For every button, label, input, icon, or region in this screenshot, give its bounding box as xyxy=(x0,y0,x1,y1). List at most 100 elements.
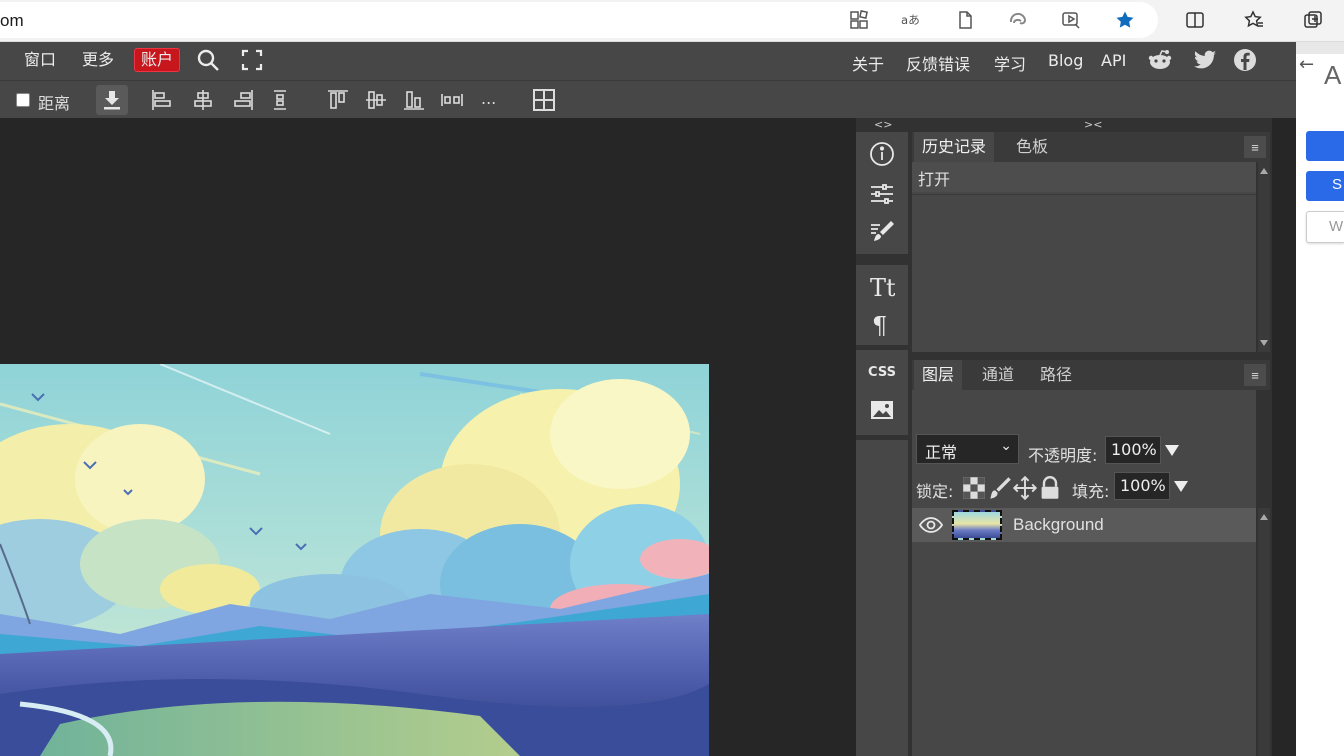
layer-row-background[interactable]: Background xyxy=(912,508,1256,542)
lock-all-icon[interactable] xyxy=(1038,476,1062,500)
collections-icon[interactable] xyxy=(1300,8,1326,32)
adjacent-input-placeholder: W xyxy=(1329,218,1344,235)
distance-checkbox[interactable] xyxy=(16,93,30,107)
layer-thumbnail xyxy=(952,510,1002,540)
options-bar: 距离 ... xyxy=(0,80,1296,118)
lock-label: 锁定: xyxy=(916,482,954,501)
tab-layers[interactable]: 图层 xyxy=(914,360,963,390)
link-blog[interactable]: Blog xyxy=(1048,51,1083,70)
chevron-down-icon: ⌄ xyxy=(1000,438,1012,454)
fullscreen-icon[interactable] xyxy=(238,47,266,73)
paragraph-icon[interactable]: ¶ xyxy=(868,311,896,339)
brush-settings-icon[interactable] xyxy=(868,218,896,246)
right-panels: >< 历史记录 色板 ≡ 打开 图层 通道 路径 ≡ 正常 ⌄ 不透明度: 10… xyxy=(908,118,1272,756)
back-arrow-icon[interactable]: ← xyxy=(1299,54,1314,75)
adjacent-heading-letter: A xyxy=(1324,60,1342,90)
fill-input[interactable]: 100% xyxy=(1114,472,1170,500)
link-report-bug[interactable]: 反馈错误 xyxy=(906,51,970,75)
history-entry[interactable]: 打开 xyxy=(912,162,1256,192)
svg-text:aあ: aあ xyxy=(901,13,920,27)
svg-text:Tt: Tt xyxy=(870,274,895,300)
svg-text:¶: ¶ xyxy=(872,312,887,338)
distance-label: 距离 xyxy=(38,94,71,113)
download-icon[interactable] xyxy=(96,85,128,115)
split-screen-icon[interactable] xyxy=(1182,8,1208,32)
facebook-icon[interactable] xyxy=(1231,47,1259,73)
align-right-icon[interactable] xyxy=(229,87,257,113)
eye-icon[interactable] xyxy=(918,512,944,538)
fill-dropdown-icon[interactable] xyxy=(1174,481,1188,492)
opacity-dropdown-icon[interactable] xyxy=(1165,445,1179,456)
opacity-label: 不透明度: xyxy=(1028,446,1098,465)
align-left-icon[interactable] xyxy=(148,87,176,113)
lock-paint-icon[interactable] xyxy=(988,476,1012,500)
link-api[interactable]: API xyxy=(1101,51,1126,70)
address-bar-text: om xyxy=(0,11,24,30)
search-icon[interactable] xyxy=(194,47,222,73)
lock-transparency-icon[interactable] xyxy=(962,476,986,500)
edge-icon[interactable] xyxy=(1005,8,1031,32)
history-empty-area xyxy=(912,194,1256,352)
blend-mode-select[interactable]: 正常 ⌄ xyxy=(916,434,1019,464)
align-bottom-icon[interactable] xyxy=(400,87,428,113)
tab-swatches[interactable]: 色板 xyxy=(1008,132,1056,162)
align-middle-v-icon[interactable] xyxy=(362,87,390,113)
fill-label: 填充: xyxy=(1072,482,1110,501)
adjacent-secondary-button[interactable]: S xyxy=(1306,171,1344,201)
history-panel-menu-icon[interactable]: ≡ xyxy=(1244,136,1266,158)
adjacent-page: ← A S W xyxy=(1296,42,1344,756)
favorites-icon[interactable] xyxy=(1241,8,1267,32)
canvas-workspace[interactable] xyxy=(0,118,856,756)
menu-account[interactable]: 账户 xyxy=(134,48,181,72)
distribute-horizontal-icon[interactable] xyxy=(438,87,466,113)
read-aloud-icon[interactable]: aあ xyxy=(898,8,924,32)
adjacent-input-field[interactable]: W xyxy=(1306,211,1344,243)
page-icon[interactable] xyxy=(952,8,978,32)
link-learn[interactable]: 学习 xyxy=(994,51,1026,75)
link-about[interactable]: 关于 xyxy=(852,51,884,75)
history-entry-label: 打开 xyxy=(918,170,951,189)
adjacent-page-content: ← A S W xyxy=(1296,54,1344,756)
artwork-canvas[interactable] xyxy=(0,364,709,756)
layers-panel-menu-icon[interactable]: ≡ xyxy=(1244,364,1266,386)
video-icon[interactable] xyxy=(1058,8,1084,32)
opacity-input[interactable]: 100% xyxy=(1105,436,1161,464)
menu-bar: 窗口 更多 账户 关于 反馈错误 学习 Blog API xyxy=(0,42,1296,80)
apps-icon[interactable] xyxy=(846,8,872,32)
image-icon[interactable] xyxy=(868,396,896,424)
grid-icon[interactable] xyxy=(530,87,558,113)
photopea-app: 窗口 更多 账户 关于 反馈错误 学习 Blog API 距离 ... <> T… xyxy=(0,42,1296,756)
fill-value: 100% xyxy=(1120,476,1166,495)
adjacent-secondary-button-label: S xyxy=(1332,176,1343,193)
favorite-star-icon[interactable] xyxy=(1112,8,1138,32)
adjustments-icon[interactable] xyxy=(868,180,896,208)
address-bar[interactable]: om xyxy=(0,2,1158,38)
lock-move-icon[interactable] xyxy=(1013,476,1037,500)
collapse-panels-toggle[interactable]: >< xyxy=(1084,118,1102,131)
history-panel-header: 历史记录 色板 ≡ xyxy=(912,132,1270,162)
strip-group-info xyxy=(856,132,908,254)
adjacent-primary-button[interactable] xyxy=(1306,131,1344,161)
align-top-icon[interactable] xyxy=(324,87,352,113)
twitter-icon[interactable] xyxy=(1191,47,1219,73)
tab-history[interactable]: 历史记录 xyxy=(914,132,995,162)
layers-scrollbar[interactable] xyxy=(1258,508,1270,756)
menu-more[interactable]: 更多 xyxy=(82,50,114,70)
strip-group-type: Tt ¶ xyxy=(856,265,908,345)
tab-channels[interactable]: 通道 xyxy=(974,360,1022,390)
browser-toolbar: om aあ xyxy=(0,0,1344,42)
character-icon[interactable]: Tt xyxy=(868,273,896,301)
collapse-strip-toggle[interactable]: <> xyxy=(874,118,892,131)
opacity-value: 100% xyxy=(1111,440,1157,459)
css-icon[interactable]: CSS xyxy=(868,358,896,386)
layers-panel-header: 图层 通道 路径 ≡ xyxy=(912,360,1270,390)
history-scrollbar[interactable] xyxy=(1258,162,1270,352)
info-icon[interactable] xyxy=(868,140,896,168)
tab-paths[interactable]: 路径 xyxy=(1032,360,1080,390)
more-options[interactable]: ... xyxy=(481,89,496,108)
distribute-vertical-icon[interactable] xyxy=(266,87,294,113)
strip-group-empty xyxy=(856,440,908,756)
menu-window[interactable]: 窗口 xyxy=(24,50,56,70)
reddit-icon[interactable] xyxy=(1146,47,1174,73)
align-center-h-icon[interactable] xyxy=(189,87,217,113)
